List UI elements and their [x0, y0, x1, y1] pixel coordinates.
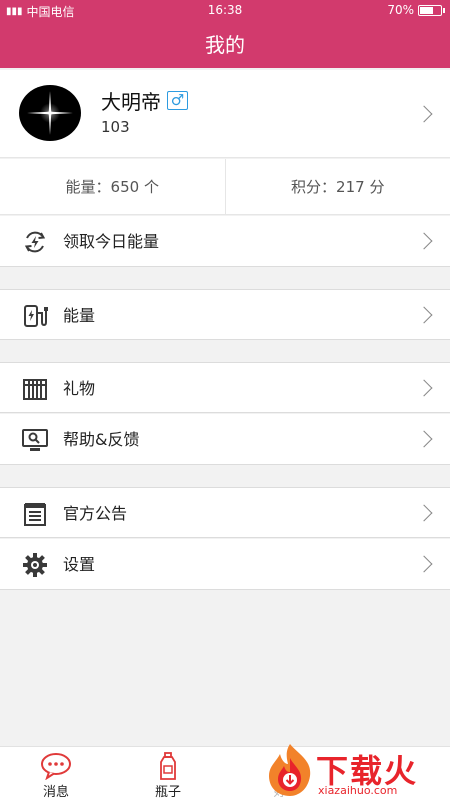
tab-messages-label: 消息: [42, 785, 69, 800]
gender-male-icon: ♂: [167, 91, 188, 110]
energy-stat[interactable]: 能量：650 个: [0, 159, 225, 214]
profile-card[interactable]: 大明帝 ♂ 103: [0, 70, 450, 158]
chevron-right-icon: [415, 555, 433, 573]
status-right: 70%: [387, 3, 445, 17]
status-time: 16:38: [207, 3, 243, 17]
page-title: 我的: [0, 22, 450, 68]
charger-icon: [24, 305, 48, 327]
chevron-right-icon: [415, 430, 433, 448]
energy-refresh-icon: [24, 231, 46, 253]
chevron-right-icon: [415, 105, 433, 123]
points-stat[interactable]: 积分：217 分: [224, 159, 450, 214]
settings-label: 设置: [63, 555, 96, 574]
tab-bottle[interactable]: 瓶子: [112, 747, 224, 800]
announcements-item[interactable]: 官方公告: [0, 487, 450, 538]
tab-messages[interactable]: 消息: [0, 747, 112, 800]
status-bar: ▮▮▮ 中国电信 16:38 70%: [0, 0, 450, 22]
watermark-flame-icon: [269, 744, 311, 796]
watermark: 下载火 xiazaihuo.com: [262, 742, 450, 800]
stats-row: 能量：650 个 积分：217 分: [0, 159, 450, 215]
notice-board-icon: [24, 503, 46, 526]
avatar[interactable]: [19, 85, 81, 141]
monitor-search-icon: [22, 429, 48, 451]
gifts-label: 礼物: [63, 379, 96, 398]
tab-bottle-label: 瓶子: [154, 785, 181, 800]
chevron-right-icon: [415, 306, 433, 324]
energy-label: 能量: [63, 306, 96, 325]
battery-fill: [420, 6, 434, 14]
gifts-item[interactable]: 礼物: [0, 362, 450, 413]
help-feedback-item[interactable]: 帮助&反馈: [0, 414, 450, 465]
profile-id: 103: [101, 118, 130, 136]
help-feedback-label: 帮助&反馈: [63, 430, 140, 449]
battery-icon: [418, 4, 445, 16]
profile-name: 大明帝: [101, 90, 161, 114]
chat-bubble-icon: [41, 753, 71, 780]
gift-icon: [23, 379, 47, 400]
chevron-right-icon: [415, 504, 433, 522]
avatar-star-icon: [27, 91, 73, 135]
settings-item[interactable]: 设置: [0, 539, 450, 590]
energy-item[interactable]: 能量: [0, 289, 450, 340]
battery-percent: 70%: [387, 3, 414, 17]
daily-energy-item[interactable]: 领取今日能量: [0, 216, 450, 267]
gear-icon: [23, 553, 47, 577]
announcements-label: 官方公告: [63, 504, 128, 523]
chevron-right-icon: [415, 379, 433, 397]
profile-name-row: 大明帝 ♂: [101, 86, 188, 115]
chevron-right-icon: [415, 232, 433, 250]
daily-energy-label: 领取今日能量: [63, 232, 160, 251]
bottle-icon: [160, 752, 176, 780]
watermark-url: xiazaihuo.com: [318, 784, 398, 797]
